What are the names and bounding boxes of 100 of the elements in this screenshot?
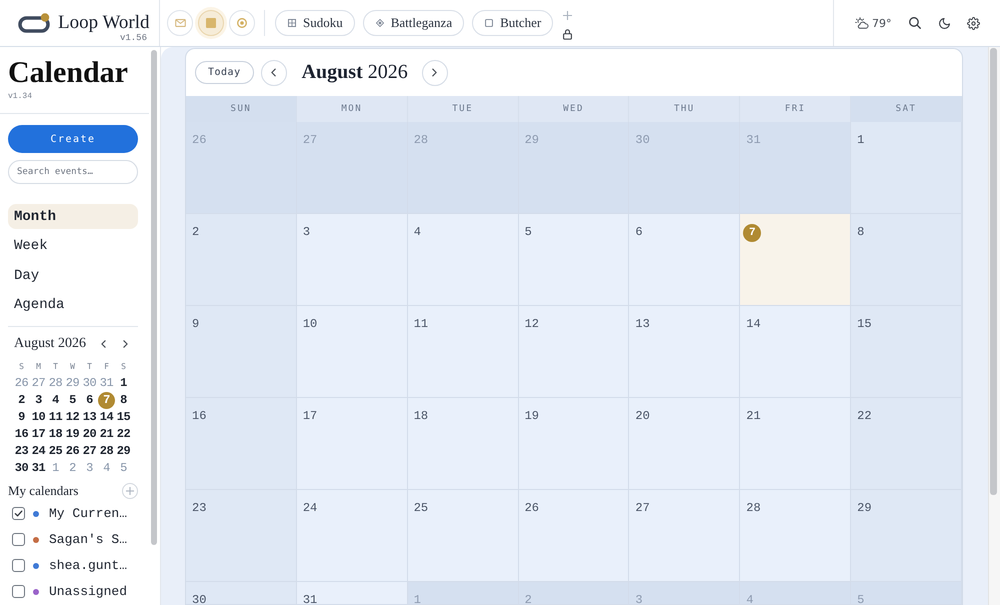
mini-calendar-day[interactable]: 26 [64,442,81,460]
scrollbar-thumb[interactable] [990,48,997,495]
day-cell[interactable]: 21 [740,398,852,490]
mini-calendar-day[interactable]: 14 [98,408,115,426]
day-cell[interactable]: 26 [518,490,630,582]
day-cell[interactable]: 29 [851,490,962,582]
day-cell[interactable]: 18 [408,398,519,490]
mini-calendar-day[interactable]: 31 [30,460,47,476]
day-cell[interactable]: 25 [408,490,519,582]
day-cell[interactable]: 19 [518,398,630,490]
sidebar-title: Calendar [8,58,129,88]
day-cell[interactable]: 1 [851,122,962,214]
weekday-label: F [103,361,110,373]
mini-calendar-day[interactable]: 21 [98,426,115,442]
search-field[interactable]: Search events… [8,160,138,184]
day-cell[interactable]: 20 [629,398,740,490]
weekday-header: SAT [851,96,962,122]
day-cell[interactable]: 14 [740,306,852,398]
day-number: 20 [635,409,650,423]
chevron-left-icon[interactable] [100,340,106,348]
mini-calendar-day[interactable]: 8 [115,392,132,408]
day-number: 9 [192,317,200,331]
checkbox[interactable] [12,507,25,520]
mini-calendar-day[interactable]: 17 [30,426,47,442]
view-item[interactable]: Agenda [8,292,138,318]
mini-calendar-day[interactable]: 2 [13,392,30,408]
day-cell[interactable]: 15 [851,306,962,398]
day-cell[interactable]: 22 [851,398,962,490]
checkbox[interactable] [12,559,25,572]
day-cell[interactable]: 3 [296,214,408,306]
day-cell[interactable]: 10 [296,306,408,398]
day-cell[interactable]: 16 [186,398,297,490]
checkbox[interactable] [12,585,25,598]
day-number: 19 [524,409,539,423]
scrollbar-thumb[interactable] [151,50,157,545]
cloud-sun-icon [855,17,869,29]
weekday-header: SUN [186,96,297,122]
moon-icon[interactable] [938,18,950,28]
today-badge: 7 [743,224,762,242]
day-cell[interactable]: 8 [851,214,962,306]
mini-calendar-day[interactable]: 23 [13,442,30,460]
view-item[interactable]: Week [8,234,138,258]
mini-calendar-day[interactable]: 15 [115,408,132,426]
day-number: 30 [635,133,650,147]
day-cell[interactable]: 31 [296,582,408,605]
chevron-right-icon[interactable] [122,340,128,348]
day-cell[interactable]: 6 [629,214,740,306]
app-tab[interactable]: Battleganza [362,10,464,36]
day-number: 8 [857,225,864,239]
day-cell[interactable]: 17 [296,398,408,490]
month-title: August 2026 [302,61,408,84]
mini-calendar-day[interactable]: 4 [47,392,64,408]
view-item[interactable]: Day [8,263,138,288]
mini-calendar-day[interactable]: 28 [98,442,115,460]
lock-icon[interactable] [563,28,572,40]
view-item[interactable]: Month [8,204,138,229]
search-icon[interactable] [908,17,920,29]
app-tab[interactable]: Sudoku [275,10,355,36]
mini-calendar-day[interactable]: 12 [64,408,81,426]
day-number: 26 [524,501,539,515]
today-button[interactable]: Today [195,61,254,84]
mini-calendar-day[interactable]: 1 [115,374,132,392]
diamond-icon [376,19,384,27]
mini-calendar-day[interactable]: 18 [47,426,64,442]
mini-calendar-day[interactable]: 27 [81,442,98,460]
mini-calendar-day[interactable]: 5 [64,392,81,408]
day-cell[interactable]: 5 [518,214,630,306]
mini-calendar-day[interactable]: 16 [13,426,30,442]
day-cell[interactable]: 4 [408,214,519,306]
calendar-name: Unassigned [49,584,128,599]
day-cell[interactable]: 27 [629,490,740,582]
day-cell[interactable]: 13 [629,306,740,398]
mini-calendar-day[interactable]: 30 [13,460,30,476]
day-cell[interactable]: 30 [186,582,297,605]
mini-calendar-day[interactable]: 22 [115,426,132,442]
app-tab[interactable]: Butcher [472,10,554,36]
mini-calendar-day[interactable]: 11 [47,408,64,426]
day-cell[interactable]: 9 [186,306,297,398]
mini-calendar-day[interactable]: 13 [81,408,98,426]
mini-calendar-day[interactable]: 10 [30,408,47,426]
day-cell[interactable]: 2 [186,214,297,306]
day-cell[interactable]: 24 [296,490,408,582]
mini-calendar-day[interactable]: 9 [13,408,30,426]
create-button[interactable]: Create [8,125,138,153]
mini-calendar-day[interactable]: 25 [47,442,64,460]
mini-calendar-day[interactable]: 20 [81,426,98,442]
day-cell[interactable]: 11 [408,306,519,398]
day-number: 25 [414,501,428,515]
mini-calendar-day[interactable]: 3 [30,392,47,408]
gear-icon[interactable] [966,16,980,30]
mini-calendar-day[interactable]: 29 [115,442,132,460]
day-cell[interactable]: 12 [518,306,630,398]
day-cell[interactable]: 23 [186,490,297,582]
day-number: 28 [414,133,428,147]
mini-calendar-day[interactable]: 19 [64,426,81,442]
checkbox[interactable] [12,533,25,546]
mini-calendar-day[interactable]: 6 [81,392,98,408]
day-cell[interactable]: 28 [740,490,852,582]
mini-calendar-day[interactable]: 24 [30,442,47,460]
calendar-name: Sagan's S… [49,532,128,547]
